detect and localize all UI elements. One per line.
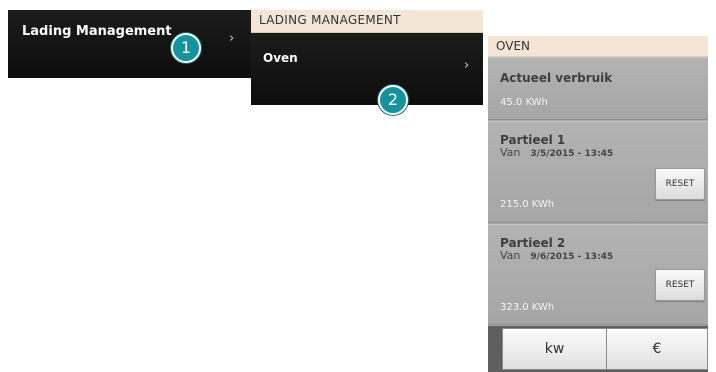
unit-toggle-bar: kw €: [488, 326, 708, 372]
menu-item-lading-management[interactable]: Lading Management ›: [8, 10, 252, 78]
current-consumption-section: Actueel verbruik 45.0 KWh: [488, 57, 708, 120]
menu-item-oven[interactable]: Oven ›: [251, 33, 483, 105]
oven-header: OVEN: [488, 36, 708, 57]
menu-item-label: Lading Management: [22, 24, 172, 39]
reset-partial-2-button[interactable]: RESET: [655, 269, 705, 301]
partial-1-section: Partieel 1 Van 3/5/2015 - 13:45 215.0 KWh…: [488, 121, 708, 223]
step-badge-2: 2: [378, 85, 408, 115]
reset-partial-1-button[interactable]: RESET: [655, 168, 705, 200]
section-title: Partieel 1: [500, 133, 566, 147]
partial-2-section: Partieel 2 Van 9/6/2015 - 13:45 323.0 KWh…: [488, 224, 708, 325]
menu-item-label: Oven: [263, 51, 298, 65]
lading-management-header: LADING MANAGEMENT: [251, 10, 483, 33]
consumption-value: 215.0 KWh: [500, 199, 555, 210]
since-date: Van 3/5/2015 - 13:45: [500, 146, 613, 159]
chevron-right-icon: ›: [464, 58, 470, 73]
since-label: Van: [500, 146, 521, 159]
panel-title: OVEN: [496, 39, 531, 53]
chevron-right-icon: ›: [229, 31, 235, 46]
unit-euro-button[interactable]: €: [606, 328, 708, 370]
consumption-value: 45.0 KWh: [500, 97, 548, 108]
screenshot-stage: Lading Management › 1 LADING MANAGEMENT …: [0, 0, 716, 372]
since-date-value: 9/6/2015 - 13:45: [530, 252, 614, 262]
oven-panel: OVEN Actueel verbruik 45.0 KWh Partieel …: [488, 36, 708, 372]
section-title: Partieel 2: [500, 236, 566, 250]
consumption-value: 323.0 KWh: [500, 302, 555, 313]
step-badge-1: 1: [171, 33, 201, 63]
panel-title: LADING MANAGEMENT: [259, 13, 401, 27]
since-date: Van 9/6/2015 - 13:45: [500, 249, 613, 262]
since-label: Van: [500, 249, 521, 262]
section-title: Actueel verbruik: [500, 71, 613, 85]
since-date-value: 3/5/2015 - 13:45: [530, 149, 614, 159]
unit-kw-button[interactable]: kw: [502, 328, 607, 370]
